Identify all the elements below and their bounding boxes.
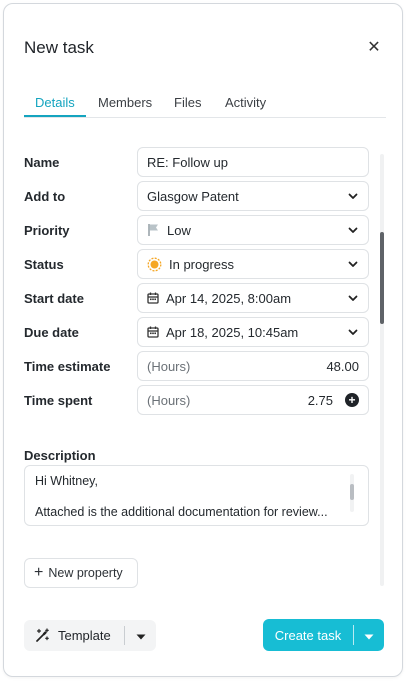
status-label: Status (24, 257, 64, 272)
chevron-down-icon (347, 292, 359, 304)
tab-members[interactable]: Members (98, 95, 152, 110)
calendar-icon (147, 292, 159, 304)
new-property-label: New property (48, 566, 123, 580)
time-spent-value: 2.75 (307, 392, 333, 408)
name-value: RE: Follow up (147, 154, 228, 170)
chevron-down-icon (347, 190, 359, 202)
new-property-button[interactable]: + New property (24, 558, 138, 588)
create-task-button[interactable]: Create task (263, 619, 353, 651)
add-to-value: Glasgow Patent (147, 188, 239, 204)
new-task-dialog: New task ✕ Details Members Files Activit… (3, 3, 403, 677)
dialog-title: New task (24, 38, 94, 57)
magic-wand-icon (35, 628, 50, 643)
time-spent-input[interactable]: (Hours) 2.75 + (137, 385, 369, 415)
tab-bar: Details Members Files Activity (24, 92, 386, 118)
chevron-down-icon (347, 326, 359, 338)
time-spent-placeholder: (Hours) (147, 392, 191, 408)
time-estimate-placeholder: (Hours) (147, 358, 191, 374)
time-spent-label: Time spent (24, 393, 93, 408)
add-to-select[interactable]: Glasgow Patent (137, 181, 369, 211)
due-date-label: Due date (24, 325, 79, 340)
caret-down-icon (136, 628, 146, 643)
description-textarea[interactable]: Hi Whitney, Attached is the additional d… (24, 465, 369, 526)
close-icon[interactable]: ✕ (366, 40, 382, 56)
priority-value: Low (167, 222, 191, 238)
create-task-split-button: Create task (263, 619, 384, 651)
start-date-value: Apr 14, 2025, 8:00am (166, 290, 292, 306)
caret-down-icon (364, 628, 374, 643)
template-split-button: Template (24, 620, 156, 651)
flag-icon (147, 223, 160, 237)
active-tab-underline (24, 115, 86, 117)
name-input[interactable]: RE: Follow up (137, 147, 369, 177)
status-select[interactable]: In progress (137, 249, 369, 279)
chevron-down-icon (347, 224, 359, 236)
calendar-icon (147, 326, 159, 338)
chevron-down-icon (347, 258, 359, 270)
template-button[interactable]: Template (24, 620, 124, 651)
in-progress-sun-icon (147, 257, 162, 272)
add-to-label: Add to (24, 189, 66, 204)
description-line-2: Attached is the additional documentation… (35, 505, 328, 519)
create-task-dropdown-button[interactable] (354, 619, 384, 651)
status-value: In progress (169, 256, 235, 272)
time-estimate-value: 48.00 (326, 358, 359, 374)
tab-details[interactable]: Details (35, 95, 75, 110)
description-scrollbar-thumb[interactable] (350, 484, 354, 500)
start-date-label: Start date (24, 291, 84, 306)
description-label: Description (24, 448, 96, 463)
name-label: Name (24, 155, 60, 170)
panel-scrollbar-thumb[interactable] (380, 232, 384, 324)
due-date-value: Apr 18, 2025, 10:45am (166, 324, 299, 340)
description-line-1: Hi Whitney, (35, 474, 98, 488)
template-label: Template (58, 628, 111, 643)
start-date-picker[interactable]: Apr 14, 2025, 8:00am (137, 283, 369, 313)
tab-files[interactable]: Files (174, 95, 201, 110)
template-dropdown-button[interactable] (125, 620, 156, 651)
add-circle-icon[interactable]: + (345, 393, 359, 407)
time-estimate-input[interactable]: (Hours) 48.00 (137, 351, 369, 381)
time-estimate-label: Time estimate (24, 359, 111, 374)
tab-activity[interactable]: Activity (225, 95, 266, 110)
panel-scrollbar-track (380, 154, 384, 586)
priority-label: Priority (24, 223, 70, 238)
plus-icon: + (34, 564, 44, 581)
priority-select[interactable]: Low (137, 215, 369, 245)
due-date-picker[interactable]: Apr 18, 2025, 10:45am (137, 317, 369, 347)
